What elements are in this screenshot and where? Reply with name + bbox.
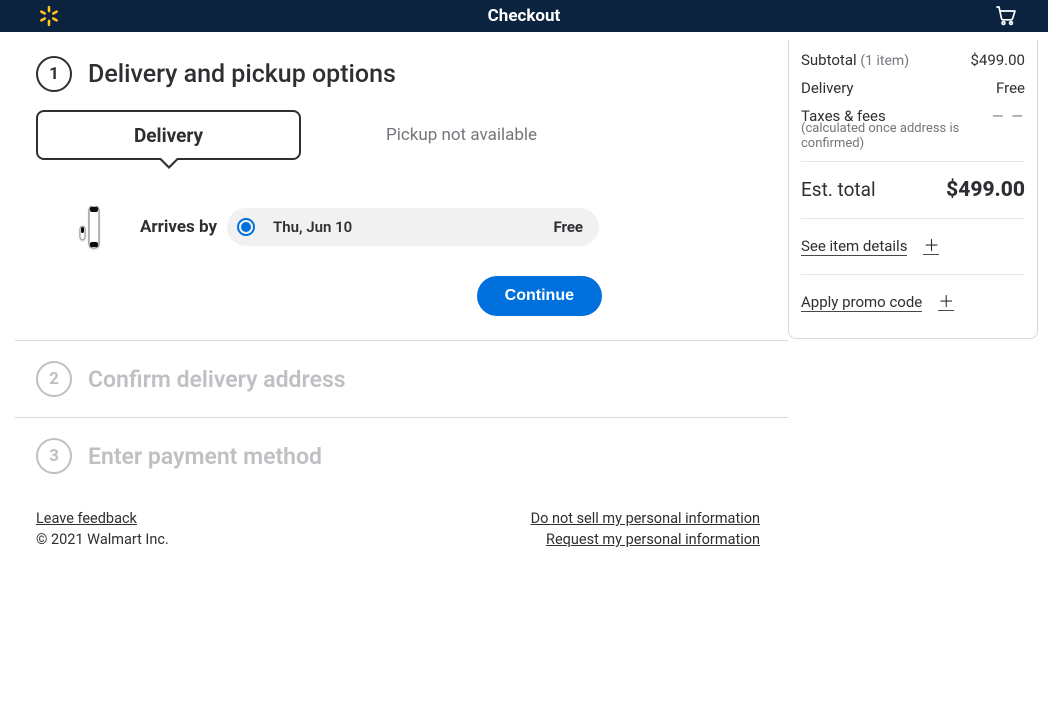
ship-date: Thu, Jun 10 (273, 218, 352, 236)
apply-promo-label: Apply promo code (801, 293, 922, 312)
delivery-label: Delivery (801, 79, 854, 97)
walmart-logo-icon[interactable] (38, 5, 60, 27)
fulfillment-tabs: Delivery Pickup not available (36, 110, 788, 160)
copyright: © 2021 Walmart Inc. (36, 531, 169, 548)
order-summary: Subtotal (1 item) $499.00 Delivery Free … (788, 40, 1038, 339)
plus-icon: ＋ (938, 294, 954, 311)
divider (801, 218, 1025, 219)
tab-delivery[interactable]: Delivery (36, 110, 301, 160)
radio-selected-icon (237, 218, 255, 236)
request-info-link[interactable]: Request my personal information (546, 531, 760, 548)
tab-pickup-label: Pickup not available (386, 125, 537, 145)
taxes-value: — — (992, 107, 1025, 125)
est-total-label: Est. total (801, 178, 876, 202)
delivery-value: Free (996, 79, 1025, 97)
shipping-option-row: Arrives by Thu, Jun 10 Free (74, 204, 788, 250)
item-thumbnail (74, 204, 110, 250)
subtotal-value: $499.00 (970, 51, 1025, 69)
step-1-header: 1 Delivery and pickup options (0, 32, 788, 110)
divider (801, 274, 1025, 275)
divider (801, 161, 1025, 162)
app-header: Checkout (0, 0, 1048, 32)
est-total-value: $499.00 (946, 178, 1025, 202)
taxes-note: (calculated once address is confirmed) (801, 121, 1025, 151)
step-2-number: 2 (36, 361, 72, 397)
arrives-by-label: Arrives by (140, 217, 217, 237)
see-item-details[interactable]: See item details ＋ (801, 229, 1025, 264)
step-3-title: Enter payment method (88, 443, 322, 470)
leave-feedback-link[interactable]: Leave feedback (36, 510, 137, 527)
step-3-header: 3 Enter payment method (0, 418, 788, 494)
subtotal-label: Subtotal (1 item) (801, 51, 909, 69)
see-item-details-label: See item details (801, 237, 907, 256)
continue-button[interactable]: Continue (477, 276, 602, 316)
tab-pickup-disabled: Pickup not available (329, 110, 594, 160)
ship-cost: Free (553, 218, 583, 236)
step-1-title: Delivery and pickup options (88, 60, 396, 89)
page-title: Checkout (0, 6, 1048, 26)
apply-promo-code[interactable]: Apply promo code ＋ (801, 285, 1025, 320)
plus-icon: ＋ (923, 238, 939, 255)
do-not-sell-link[interactable]: Do not sell my personal information (531, 510, 760, 527)
cart-icon[interactable] (994, 3, 1018, 31)
step-2-title: Confirm delivery address (88, 366, 346, 393)
tab-delivery-label: Delivery (134, 124, 203, 147)
page-footer: Leave feedback © 2021 Walmart Inc. Do no… (0, 494, 788, 568)
subtotal-qty: (1 item) (860, 53, 909, 69)
step-2-header: 2 Confirm delivery address (0, 341, 788, 417)
step-3-number: 3 (36, 438, 72, 474)
step-1-number: 1 (36, 56, 72, 92)
ship-option[interactable]: Thu, Jun 10 Free (227, 208, 599, 246)
